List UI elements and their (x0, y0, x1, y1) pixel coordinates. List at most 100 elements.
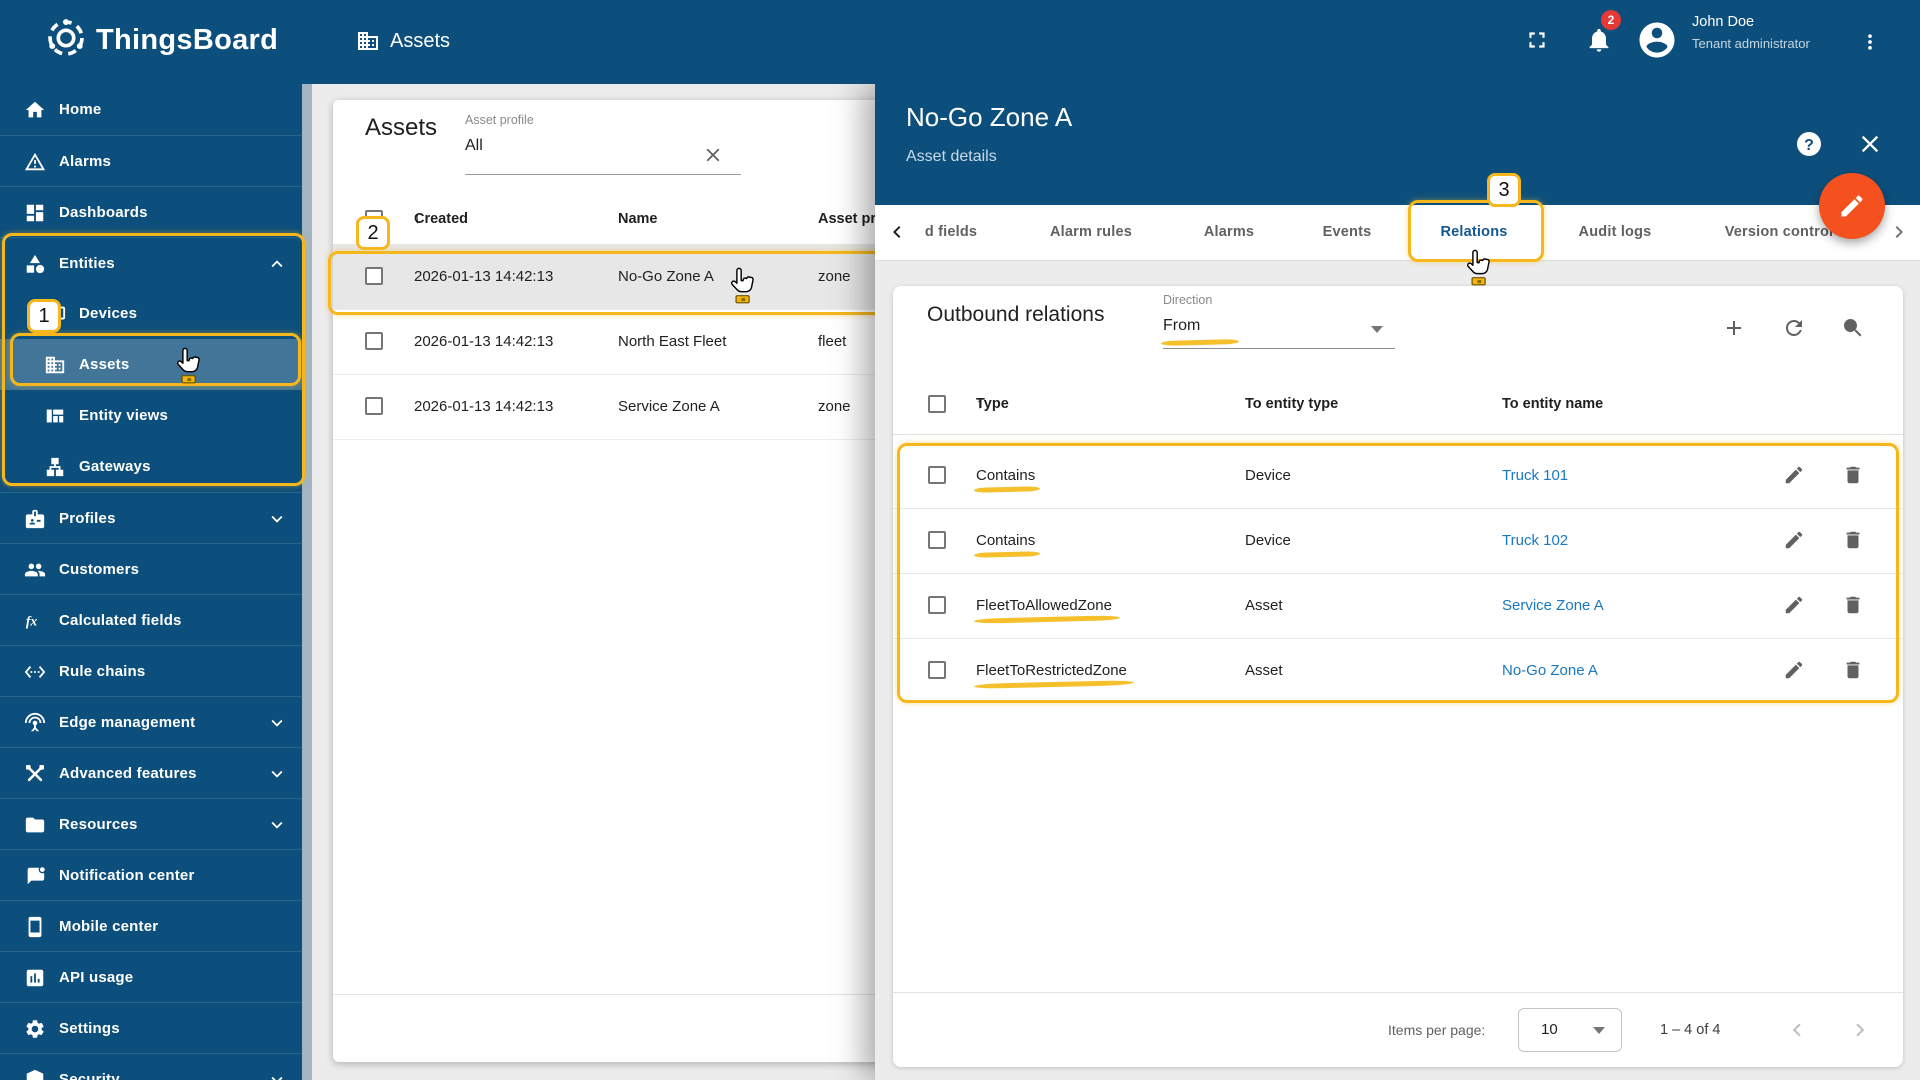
add-relation-icon[interactable] (1722, 316, 1746, 340)
sidebar-nav: Home Alarms Dashboards Entities Devices … (0, 84, 312, 1080)
kebab-menu-icon[interactable] (1860, 28, 1880, 56)
chevron-up-icon (266, 253, 288, 275)
row-checkbox[interactable] (928, 661, 946, 679)
direction-underline (1163, 348, 1395, 349)
relation-row-truck-102[interactable]: Contains Device Truck 102 (893, 508, 1903, 574)
entity-link[interactable]: Truck 101 (1502, 443, 1568, 508)
delete-relation-icon[interactable] (1842, 594, 1864, 616)
tab-alarms[interactable]: Alarms (1204, 205, 1254, 260)
refresh-icon[interactable] (1782, 316, 1806, 340)
tools-icon (26, 764, 44, 781)
sidebar-item-assets[interactable]: Assets (0, 339, 302, 390)
sidebar-item-calculated-fields[interactable]: fx Calculated fields (0, 594, 302, 646)
user-avatar[interactable] (1636, 19, 1678, 61)
sidebar-item-home[interactable]: Home (0, 84, 302, 135)
sidebar-item-mobile-center[interactable]: Mobile center (0, 900, 302, 952)
tab-calculated-fields-partial[interactable]: d fields (925, 205, 977, 260)
dashboard-grid-icon (26, 204, 44, 221)
select-all-checkbox[interactable] (365, 210, 383, 228)
sidebar-item-entities[interactable]: Entities (0, 237, 302, 289)
sidebar-item-advanced-features[interactable]: Advanced features (0, 747, 302, 799)
edit-relation-icon[interactable] (1783, 594, 1805, 616)
sidebar-item-gateways[interactable]: Gateways (0, 441, 302, 492)
svg-text:?: ? (1804, 137, 1814, 154)
app-window: ThingsBoard Assets 2 John Doe Tenant adm… (0, 0, 1920, 1080)
column-name[interactable]: Name (618, 194, 658, 244)
assets-table-title: Assets (365, 114, 438, 141)
sidebar-item-api-usage[interactable]: API usage (0, 951, 302, 1003)
sidebar-item-notification-center[interactable]: Notification center (0, 849, 302, 901)
select-all-relations-checkbox[interactable] (928, 395, 946, 413)
id-badge-icon (25, 509, 45, 528)
close-icon[interactable] (1856, 130, 1884, 158)
sidebar-item-alarms[interactable]: Alarms (0, 135, 302, 187)
entity-link[interactable]: No-Go Zone A (1502, 638, 1598, 703)
folder-icon (25, 817, 45, 832)
device-icon (44, 306, 66, 323)
row-checkbox[interactable] (928, 466, 946, 484)
previous-page-icon[interactable] (1784, 1017, 1810, 1043)
clear-filter-icon[interactable] (702, 144, 724, 166)
column-to-entity-name[interactable]: To entity name (1502, 374, 1603, 434)
sidebar-item-devices[interactable]: Devices (0, 288, 302, 339)
page-range-label: 1 – 4 of 4 (1660, 1022, 1721, 1038)
edit-relation-icon[interactable] (1783, 659, 1805, 681)
delete-relation-icon[interactable] (1842, 529, 1864, 551)
row-checkbox[interactable] (365, 332, 383, 350)
warning-triangle-icon (24, 152, 46, 170)
sidebar-item-rule-chains[interactable]: Rule chains (0, 645, 302, 697)
sidebar-item-resources[interactable]: Resources (0, 798, 302, 850)
tabs-scroll-left-icon[interactable] (885, 220, 909, 244)
row-checkbox[interactable] (365, 397, 383, 415)
sidebar-item-profiles[interactable]: Profiles (0, 492, 302, 544)
sidebar-item-entity-views[interactable]: Entity views (0, 390, 302, 441)
sidebar-item-customers[interactable]: Customers (0, 543, 302, 595)
row-checkbox[interactable] (928, 531, 946, 549)
fullscreen-icon[interactable] (1524, 27, 1550, 53)
buildings-icon (44, 354, 66, 376)
tab-alarm-rules[interactable]: Alarm rules (1050, 205, 1132, 260)
bar-chart-icon (26, 969, 44, 986)
row-checkbox[interactable] (365, 267, 383, 285)
next-page-icon[interactable] (1847, 1017, 1873, 1043)
people-icon (24, 563, 46, 576)
home-icon (25, 101, 45, 117)
smartphone-icon (28, 916, 42, 937)
column-to-entity-type[interactable]: To entity type (1245, 374, 1338, 434)
sidebar-item-settings[interactable]: Settings (0, 1002, 302, 1054)
edit-relation-icon[interactable] (1783, 529, 1805, 551)
details-subtitle: Asset details (906, 148, 997, 165)
function-fx-icon: fx (26, 613, 38, 628)
asset-profile-filter-value[interactable]: All (465, 137, 483, 155)
lan-tree-icon (46, 457, 64, 476)
edit-fab-button[interactable] (1819, 173, 1885, 239)
notification-count-badge: 2 (1601, 10, 1621, 30)
filter-underline (465, 174, 741, 175)
search-icon[interactable] (1841, 316, 1865, 340)
sidebar-item-dashboards[interactable]: Dashboards (0, 186, 302, 238)
direction-select[interactable]: From (1163, 317, 1200, 335)
delete-relation-icon[interactable] (1842, 464, 1864, 486)
tab-events[interactable]: Events (1323, 205, 1372, 260)
entity-link[interactable]: Service Zone A (1502, 573, 1604, 638)
delete-relation-icon[interactable] (1842, 659, 1864, 681)
tabs-scroll-right-icon[interactable] (1887, 220, 1911, 244)
page-size-select[interactable]: 10 (1518, 1008, 1622, 1052)
relation-row-truck-101[interactable]: Contains Device Truck 101 (893, 443, 1903, 509)
edit-relation-icon[interactable] (1783, 464, 1805, 486)
sidebar-item-edge-management[interactable]: Edge management (0, 696, 302, 748)
sidebar-scrollbar[interactable] (302, 84, 312, 1080)
tab-version-control[interactable]: Version control (1725, 205, 1834, 260)
tab-relations[interactable]: Relations (1440, 205, 1507, 260)
row-checkbox[interactable] (928, 596, 946, 614)
sidebar-item-security[interactable]: Security (0, 1053, 302, 1080)
relation-row-service-zone-a[interactable]: FleetToAllowedZone Asset Service Zone A (893, 573, 1903, 639)
entity-link[interactable]: Truck 102 (1502, 508, 1568, 573)
relation-row-no-go-zone-a[interactable]: FleetToRestrictedZone Asset No-Go Zone A (893, 638, 1903, 703)
thingsboard-logo-icon (48, 19, 84, 56)
help-icon[interactable]: ? (1795, 130, 1823, 158)
sort-asc-icon: ↑ (976, 396, 984, 412)
tab-audit-logs[interactable]: Audit logs (1579, 205, 1652, 260)
notifications-bell-icon[interactable] (1585, 26, 1613, 54)
relations-title: Outbound relations (927, 303, 1105, 326)
